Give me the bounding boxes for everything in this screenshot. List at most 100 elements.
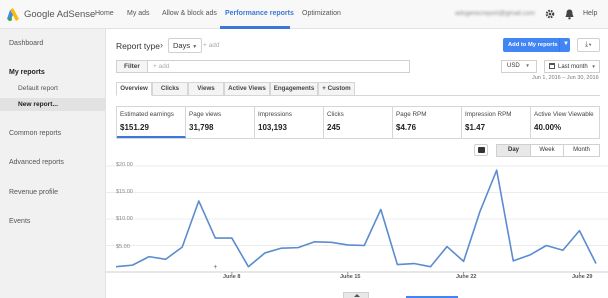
granularity-day-button[interactable]: Day: [496, 144, 531, 157]
data-point[interactable]: [280, 247, 283, 250]
data-point[interactable]: [396, 263, 399, 266]
sidebar-item-advanced-reports[interactable]: Advanced reports: [9, 159, 64, 166]
chevron-up-icon: [354, 294, 360, 297]
data-point[interactable]: [263, 251, 266, 254]
data-point[interactable]: [446, 245, 449, 248]
nav-my-ads[interactable]: My ads: [127, 10, 150, 17]
data-point[interactable]: [561, 249, 564, 252]
data-point[interactable]: [148, 255, 151, 258]
calendar-icon: [549, 63, 555, 69]
metric-value: 31,798: [189, 123, 214, 132]
data-point[interactable]: [512, 259, 515, 262]
date-range-dropdown[interactable]: Last month ▼: [544, 60, 600, 73]
metric-label: Impressions: [258, 111, 292, 118]
data-point[interactable]: [131, 264, 134, 267]
metric-active-view-viewable[interactable]: Active View Viewable 40.00%: [531, 107, 599, 138]
x-tick-label: June 8: [223, 274, 241, 280]
currency-dropdown[interactable]: USD ▼: [501, 60, 537, 73]
metric-label: Page views: [189, 111, 222, 118]
x-tick-label: June 29: [572, 274, 593, 280]
nav-home[interactable]: Home: [95, 10, 114, 17]
chevron-down-icon[interactable]: ▼: [563, 41, 569, 47]
data-point[interactable]: [115, 265, 118, 268]
add-annotation-icon[interactable]: +: [213, 264, 217, 271]
tab-custom[interactable]: + Custom: [318, 82, 355, 96]
metric-value: 103,193: [258, 123, 287, 132]
data-point[interactable]: [363, 244, 366, 247]
gear-icon[interactable]: [545, 9, 555, 19]
data-point[interactable]: [479, 210, 482, 213]
report-type-dropdown[interactable]: Days ▼: [168, 38, 203, 53]
sidebar-item-my-reports[interactable]: My reports: [9, 69, 45, 76]
tab-engagements[interactable]: Engagements: [270, 82, 318, 96]
left-sidebar: Dashboard My reports Default report New …: [0, 29, 106, 298]
tab-views[interactable]: Views: [188, 82, 224, 96]
metric-label: Estimated earnings: [120, 111, 174, 118]
plus-icon: +: [322, 85, 326, 92]
chevron-down-icon: ▼: [525, 63, 530, 68]
download-button[interactable]: ⤓▼: [577, 38, 600, 52]
tab-clicks[interactable]: Clicks: [152, 82, 188, 96]
data-point[interactable]: [164, 258, 167, 261]
adsense-logo-icon: [7, 8, 19, 21]
data-point[interactable]: [330, 241, 333, 244]
sidebar-item-revenue-profile[interactable]: Revenue profile: [9, 189, 58, 196]
y-tick-label: $10.00: [116, 216, 133, 222]
date-range-value: Last month: [558, 64, 588, 70]
data-point[interactable]: [462, 260, 465, 263]
data-point[interactable]: [429, 265, 432, 268]
data-point[interactable]: [346, 243, 349, 246]
data-point[interactable]: [297, 246, 300, 249]
help-link[interactable]: Help: [583, 10, 597, 17]
filter-button[interactable]: Filter: [116, 60, 148, 73]
metric-estimated-earnings[interactable]: Estimated earnings $151.29: [117, 107, 186, 138]
brand-name: Google AdSense: [24, 9, 96, 20]
data-point[interactable]: [379, 208, 382, 211]
chevron-down-icon: ▼: [591, 64, 596, 69]
data-point[interactable]: [197, 199, 200, 202]
data-point[interactable]: [313, 240, 316, 243]
nav-optimization[interactable]: Optimization: [302, 10, 341, 17]
sidebar-item-common-reports[interactable]: Common reports: [9, 130, 61, 137]
metrics-scorecard: Estimated earnings $151.29 Page views 31…: [116, 106, 600, 139]
data-point[interactable]: [247, 265, 250, 268]
metric-label: Page RPM: [396, 111, 427, 118]
add-dimension-link[interactable]: + add: [203, 42, 219, 49]
metric-page-views[interactable]: Page views 31,798: [186, 107, 255, 138]
metric-clicks[interactable]: Clicks 245: [324, 107, 393, 138]
data-point[interactable]: [495, 169, 498, 172]
annotation-icon[interactable]: [474, 144, 488, 156]
scroll-up-tab[interactable]: [343, 292, 369, 298]
nav-allow-block-ads[interactable]: Allow & block ads: [162, 10, 217, 17]
data-point[interactable]: [412, 262, 415, 265]
tab-overview[interactable]: Overview: [116, 82, 152, 96]
sidebar-item-dashboard[interactable]: Dashboard: [9, 40, 43, 47]
granularity-week-button[interactable]: Week: [530, 144, 564, 157]
account-email[interactable]: adsgerecreport@gmail.com: [455, 10, 535, 17]
bell-icon[interactable]: [565, 9, 574, 20]
add-to-my-reports-button[interactable]: Add to My reports ▼: [503, 38, 570, 52]
metric-value: $151.29: [120, 123, 149, 132]
data-point[interactable]: [528, 254, 531, 257]
data-point[interactable]: [578, 229, 581, 232]
data-point[interactable]: [181, 246, 184, 249]
x-tick-label: June 15: [340, 274, 361, 280]
metric-page-rpm[interactable]: Page RPM $4.76: [393, 107, 462, 138]
filter-placeholder: + add: [153, 63, 170, 70]
sidebar-item-new-report[interactable]: New report...: [18, 101, 58, 108]
active-nav-indicator: [220, 26, 290, 29]
data-point[interactable]: [230, 237, 233, 240]
data-point[interactable]: [545, 244, 548, 247]
metric-value: $4.76: [396, 123, 417, 132]
granularity-month-button[interactable]: Month: [563, 144, 600, 157]
metric-impression-rpm[interactable]: Impression RPM $1.47: [462, 107, 531, 138]
sidebar-item-events[interactable]: Events: [9, 218, 30, 225]
filter-input[interactable]: + add: [148, 60, 410, 73]
metric-impressions[interactable]: Impressions 103,193: [255, 107, 324, 138]
data-point[interactable]: [595, 262, 598, 265]
nav-performance-reports[interactable]: Performance reports: [225, 10, 294, 17]
sidebar-item-default-report[interactable]: Default report: [18, 85, 58, 92]
metric-value: 245: [327, 123, 341, 132]
data-point[interactable]: [214, 237, 217, 240]
tab-active-views[interactable]: Active Views: [224, 82, 270, 96]
